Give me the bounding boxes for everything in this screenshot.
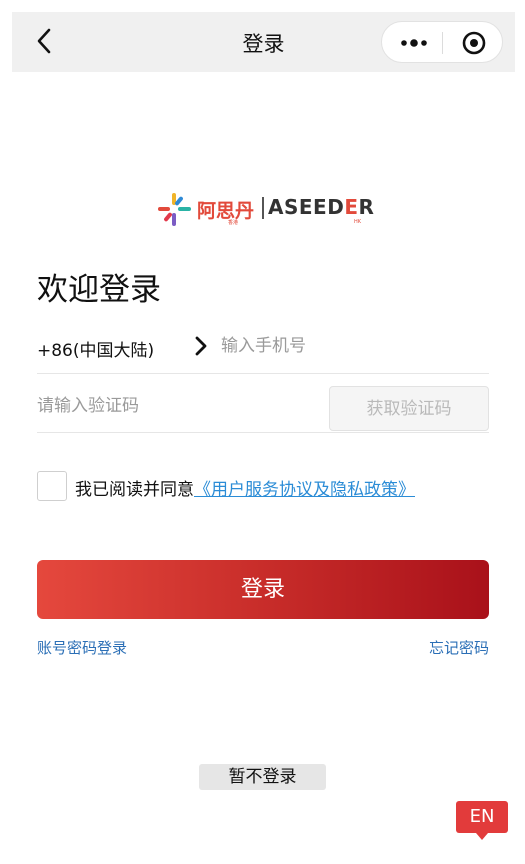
verification-row: 获取验证码 (37, 382, 489, 433)
capsule-divider (442, 32, 443, 54)
skip-login-button[interactable]: 暂不登录 (199, 764, 326, 790)
logo-hk-text: HK (354, 219, 362, 225)
aseeder-logo: 阿思丹 香港 ASEEDER HK (155, 190, 374, 228)
forgot-password-link[interactable]: 忘记密码 (429, 637, 489, 658)
logo-english-text: ASEEDER (268, 195, 375, 219)
logo-sub-text: 香港 (228, 220, 239, 226)
nav-bar: 登录 (12, 12, 515, 72)
agreement-text: 我已阅读并同意《用户服务协议及隐私政策》 (75, 480, 415, 500)
agreement-checkbox[interactable] (37, 471, 67, 501)
phone-row: +86(中国大陆) (37, 320, 489, 374)
logo-divider (262, 197, 264, 219)
more-dots-icon[interactable] (398, 33, 430, 53)
chevron-right-icon[interactable] (194, 336, 208, 356)
login-button[interactable]: 登录 (37, 560, 489, 619)
welcome-heading: 欢迎登录 (37, 272, 161, 308)
country-code-selector[interactable]: +86(中国大陆) (37, 336, 154, 361)
mini-program-capsule (381, 21, 503, 63)
policy-link[interactable]: 《用户服务协议及隐私政策》 (194, 480, 415, 500)
verification-code-input[interactable] (37, 390, 307, 422)
password-login-link[interactable]: 账号密码登录 (37, 637, 127, 658)
language-toggle-button[interactable]: EN (456, 801, 508, 833)
aseeder-emblem-icon (158, 193, 191, 226)
language-bubble-tail (476, 833, 488, 840)
get-code-button[interactable]: 获取验证码 (329, 386, 489, 431)
agreement-row: 我已阅读并同意《用户服务协议及隐私政策》 (37, 471, 497, 501)
close-mini-program-icon[interactable] (462, 31, 486, 55)
logo-chinese-text: 阿思丹 (197, 200, 255, 222)
phone-input[interactable] (221, 330, 481, 362)
